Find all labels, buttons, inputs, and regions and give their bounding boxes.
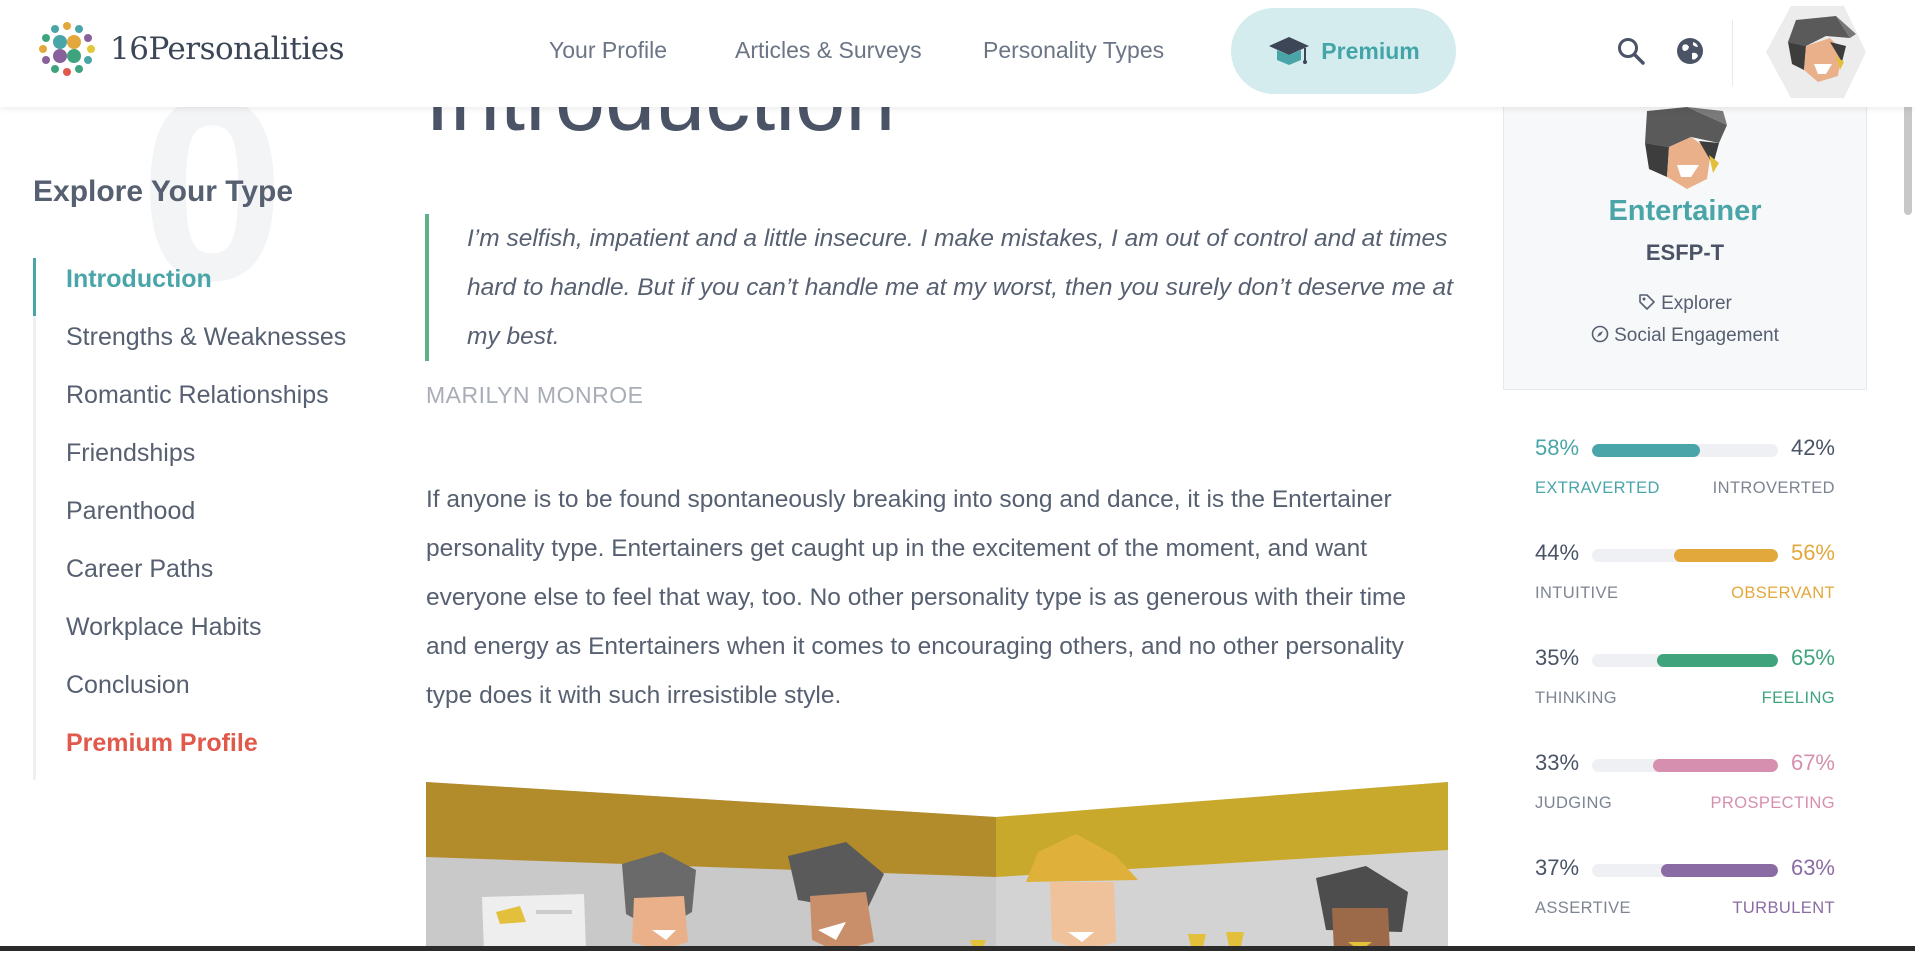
trait-bar [1592,654,1778,667]
sidebar-item-introduction[interactable]: Introduction [33,258,356,316]
logo-dots-icon [39,22,95,76]
trait-identity[interactable]: 37% 63% ASSERTIVE TURBULENT [1535,851,1835,956]
trait-bars: 58% 42% EXTRAVERTED INTROVERTED 44% 56% … [1535,431,1835,956]
trait-right-percent: 63% [1790,855,1835,880]
sidebar-item-workplace-habits[interactable]: Workplace Habits [36,606,356,664]
trait-right-label: INTROVERTED [1712,479,1835,497]
trait-bar [1592,864,1778,877]
trait-bar-fill [1657,654,1778,667]
quote-author: MARILYN MONROE [426,382,644,408]
trait-bar [1592,444,1778,457]
trait-left-label: JUDGING [1535,794,1613,812]
sidebar-nav: Introduction Strengths & Weaknesses Roma… [33,258,356,780]
sidebar-item-career-paths[interactable]: Career Paths [36,548,356,606]
type-summary-card: Entertainer ESFP-T Explorer Social Engag… [1503,107,1867,390]
nav-divider [1732,20,1733,86]
trait-right-percent: 65% [1790,645,1835,670]
search-icon[interactable] [1616,36,1646,66]
trait-left-label: EXTRAVERTED [1535,479,1660,497]
globe-icon[interactable] [1675,36,1705,66]
entertainers-illustration [426,782,1448,951]
compass-icon [1591,325,1609,343]
type-role[interactable]: Explorer [1504,293,1866,315]
trait-bar-fill [1673,549,1778,562]
trait-tactics[interactable]: 33% 67% JUDGING PROSPECTING [1535,746,1835,851]
trait-left-percent: 44% [1535,540,1580,565]
quote-text: I’m selfish, impatient and a little inse… [425,214,1457,361]
nav-your-profile[interactable]: Your Profile [549,37,667,64]
trait-right-percent: 56% [1790,540,1835,565]
tag-icon [1639,294,1655,310]
trait-nature[interactable]: 35% 65% THINKING FEELING [1535,641,1835,746]
sidebar-title: Explore Your Type [33,175,294,208]
premium-button[interactable]: Premium [1231,8,1456,94]
trait-mind[interactable]: 44% 56% INTUITIVE OBSERVANT [1535,536,1835,641]
type-role-label: Explorer [1661,293,1732,314]
type-name: Entertainer [1608,195,1762,227]
trait-energy[interactable]: 58% 42% EXTRAVERTED INTROVERTED [1535,431,1835,536]
sidebar-item-friendships[interactable]: Friendships [36,432,356,490]
trait-right-label: FEELING [1761,689,1835,707]
sidebar-item-romantic-relationships[interactable]: Romantic Relationships [36,374,356,432]
trait-right-label: TURBULENT [1732,899,1835,917]
trait-bar-fill [1653,759,1778,772]
graduation-cap-icon [1269,37,1310,65]
sidebar-item-strengths-weaknesses[interactable]: Strengths & Weaknesses [36,316,356,374]
trait-left-label: INTUITIVE [1535,584,1619,602]
trait-left-percent: 37% [1535,855,1580,880]
nav-personality-types[interactable]: Personality Types [983,37,1164,64]
trait-right-percent: 42% [1790,435,1835,460]
nav-articles-surveys[interactable]: Articles & Surveys [735,37,922,64]
trait-bar-fill [1592,444,1700,457]
sidebar-item-conclusion[interactable]: Conclusion [36,664,356,722]
logo-text: 16Personalities [110,31,345,67]
trait-bar [1592,759,1778,772]
intro-paragraph: If anyone is to be found spontaneously b… [426,486,1407,709]
trait-right-label: OBSERVANT [1731,584,1835,602]
type-strategy[interactable]: Social Engagement [1504,325,1866,347]
type-avatar [1645,107,1727,189]
avatar[interactable] [1766,6,1866,98]
trait-left-label: ASSERTIVE [1535,899,1631,917]
premium-label: Premium [1321,37,1420,64]
page-scrollbar[interactable] [1899,80,1915,951]
sidebar-item-premium-profile[interactable]: Premium Profile [36,722,356,780]
sidebar-item-parenthood[interactable]: Parenthood [36,490,356,548]
window-bottom-edge [0,946,1915,951]
site-logo[interactable]: 16Personalities [34,16,345,82]
trait-left-percent: 58% [1535,435,1580,460]
trait-right-label: PROSPECTING [1710,794,1835,812]
trait-bar [1592,549,1778,562]
type-code: ESFP-T [1645,240,1725,265]
top-navigation: 16Personalities Your Profile Articles & … [0,0,1915,107]
trait-right-percent: 67% [1790,750,1835,775]
trait-left-percent: 35% [1535,645,1580,670]
trait-left-percent: 33% [1535,750,1580,775]
trait-left-label: THINKING [1535,689,1618,707]
type-strategy-label: Social Engagement [1614,325,1779,346]
trait-bar-fill [1660,864,1778,877]
